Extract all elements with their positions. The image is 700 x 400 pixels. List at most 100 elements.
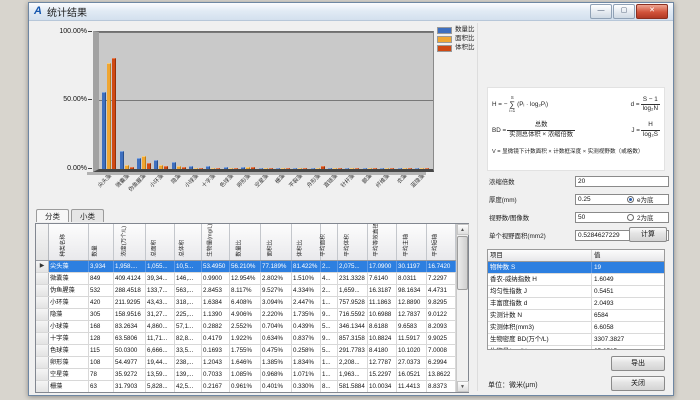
- column-header[interactable]: 数量: [89, 224, 114, 260]
- x-axis-label: 空星藻: [253, 173, 270, 190]
- table-row[interactable]: 色球藻 115 50.0300 6,666... 33,5... 0.1693 1.755%…: [36, 345, 456, 357]
- export-button[interactable]: 导出: [611, 356, 665, 371]
- x-axis-label: 针杆藻: [340, 173, 357, 190]
- column-header[interactable]: 浓度(万个/L): [114, 224, 146, 260]
- column-header[interactable]: 平均短轴: [427, 224, 456, 260]
- close-window-button[interactable]: ✕: [636, 4, 668, 19]
- row-selector[interactable]: [36, 309, 49, 320]
- calculate-button[interactable]: 计算: [629, 227, 667, 242]
- vertical-scrollbar[interactable]: ▲ ▼: [456, 224, 469, 392]
- column-header[interactable]: 总面积: [146, 224, 175, 260]
- column-header[interactable]: 总体积: [175, 224, 202, 260]
- formula-margalef: d = S − 1 log₂N: [631, 96, 660, 113]
- results-row[interactable]: 生物量(mg/L)65.6515: [488, 346, 664, 349]
- column-header[interactable]: 种类名称: [49, 224, 89, 260]
- x-axis-label: 蓝隐藻: [410, 173, 426, 190]
- row-selector[interactable]: [36, 321, 49, 332]
- table-cell: 1.922%: [230, 333, 261, 344]
- table-row[interactable]: 微囊藻 849 409.4124 39,34... 146,... 0.9900 12.95…: [36, 273, 456, 285]
- results-row[interactable]: 均匀性指数 J 0.5451: [488, 286, 664, 298]
- row-selector[interactable]: [36, 297, 49, 308]
- chart-legend: 数量比 面积比 体积比: [437, 27, 475, 54]
- tab-category[interactable]: 分类: [36, 209, 69, 222]
- row-selector[interactable]: [36, 285, 49, 296]
- results-item-cell: 实测体积(mm3): [488, 322, 592, 333]
- row-selector[interactable]: ▶: [36, 261, 49, 272]
- results-row[interactable]: 生物密度 BD(万个/L) 3307.3827: [488, 334, 664, 346]
- results-row[interactable]: 实测体积(mm3) 6.6058: [488, 322, 664, 334]
- table-row[interactable]: 十字藻 128 63.5806 11,71... 82,8... 0.4179 1.922%…: [36, 333, 456, 345]
- table-cell: 0.634%: [261, 333, 292, 344]
- table-row[interactable]: 栅藻 63 31.7903 5,828... 42,5... 0.2167 0.961% 0.…: [36, 381, 456, 392]
- column-header[interactable]: 体积比: [292, 224, 321, 260]
- radio-unselected-icon[interactable]: [627, 214, 634, 221]
- results-row[interactable]: 香农-威纳指数 H 1.6049: [488, 274, 664, 286]
- table-cell: 伪鱼腥藻: [49, 285, 89, 296]
- table-row[interactable]: 空星藻 78 35.9272 13,59... 139,... 0.7033 1.085% 0…: [36, 369, 456, 381]
- table-cell: 0.4179: [202, 333, 230, 344]
- maximize-button[interactable]: ▢: [613, 4, 635, 19]
- window-title: 统计结果: [46, 8, 87, 19]
- concentration-multiple-input[interactable]: [575, 176, 669, 187]
- table-row[interactable]: 卵形藻 108 54.4977 19,44... 238,... 1.2043 1.646%…: [36, 357, 456, 369]
- table-cell: 108: [89, 357, 114, 368]
- row-selector[interactable]: [36, 333, 49, 344]
- column-header[interactable]: 平均面积: [320, 224, 338, 260]
- bar-面积比: [211, 168, 216, 169]
- column-header[interactable]: 平均等效直径: [368, 224, 397, 260]
- results-value-cell: 65.6515: [592, 346, 664, 349]
- radio-base-e[interactable]: e为底: [627, 195, 653, 204]
- results-row[interactable]: 实测计数 N 6584: [488, 310, 664, 322]
- results-item-cell: 生物密度 BD(万个/L): [488, 334, 592, 345]
- results-table: 项目 值 物种数 S 19 香农-威纳指数 H 1.6049 均匀性指数 J 0.5451…: [487, 249, 665, 350]
- table-cell: 0.968%: [261, 369, 292, 380]
- vertical-scroll-thumb[interactable]: [457, 236, 468, 290]
- row-selector[interactable]: [36, 273, 49, 284]
- column-header[interactable]: 平均主轴: [397, 224, 427, 260]
- unit-label: 单位：微米(μm): [488, 382, 538, 389]
- results-item-cell: 实测计数 N: [488, 310, 592, 321]
- field-count-input[interactable]: [575, 212, 669, 223]
- minimize-button[interactable]: —: [590, 4, 612, 19]
- table-cell: 7.0008: [427, 345, 456, 356]
- table-row[interactable]: 小球藻 168 83.2634 4,860... 57,1... 0.2882 2.552%…: [36, 321, 456, 333]
- row-selector[interactable]: [36, 381, 49, 392]
- bar-数量比: [397, 168, 402, 169]
- legend-item: 体积比: [437, 45, 475, 52]
- table-cell: 1,659...: [338, 285, 368, 296]
- bar-数量比: [189, 165, 194, 169]
- table-row[interactable]: 隐藻 305 158.9516 31,27... 225,... 1.1390 4.906%…: [36, 309, 456, 321]
- legend-item: 面积比: [437, 36, 475, 43]
- chart-bar-group: 微囊藻: [115, 32, 135, 189]
- radio-selected-icon[interactable]: [627, 196, 634, 203]
- column-header[interactable]: 数量比: [230, 224, 261, 260]
- row-selector[interactable]: [36, 369, 49, 380]
- column-header[interactable]: 面积比: [261, 224, 292, 260]
- table-row[interactable]: ▶ 尖头藻 3,934 1,958.... 1,055... 10,5... 53.4950…: [36, 261, 456, 273]
- results-item-cell: 丰富度指数 d: [488, 298, 592, 309]
- results-row[interactable]: 丰富度指数 d 2.0493: [488, 298, 664, 310]
- bar-数量比: [206, 166, 211, 169]
- column-header[interactable]: 生物量(mg/L): [202, 224, 230, 260]
- bar-数量比: [241, 166, 246, 169]
- table-cell: 83.2634: [114, 321, 146, 332]
- row-selector[interactable]: [36, 357, 49, 368]
- table-cell: 12.954%: [230, 273, 261, 284]
- radio-base-2[interactable]: 2为底: [627, 213, 653, 222]
- scroll-down-icon[interactable]: ▼: [456, 381, 469, 392]
- chart-bar-group: 纤维藻: [375, 32, 396, 189]
- row-selector[interactable]: [36, 345, 49, 356]
- title-bar[interactable]: A 统计结果 — ▢ ✕: [29, 3, 673, 21]
- thickness-input[interactable]: [575, 194, 669, 205]
- close-button[interactable]: 关闭: [611, 376, 665, 391]
- bar-体积比: [112, 57, 117, 169]
- table-row[interactable]: 伪鱼腥藻 532 288.4518 133,7... 563,... 2.8453 8.11…: [36, 285, 456, 297]
- column-header[interactable]: 平均体积: [338, 224, 368, 260]
- results-row[interactable]: 物种数 S 19: [488, 262, 664, 274]
- x-axis-label: 色球藻: [218, 173, 235, 190]
- tab-subclass[interactable]: 小类: [71, 209, 104, 222]
- table-row[interactable]: 小环藻 420 211.9295 43,43... 318,... 1.6384 6.408…: [36, 297, 456, 309]
- table-cell: 0.7033: [202, 369, 230, 380]
- scroll-up-icon[interactable]: ▲: [456, 224, 469, 235]
- table-cell: 1.2043: [202, 357, 230, 368]
